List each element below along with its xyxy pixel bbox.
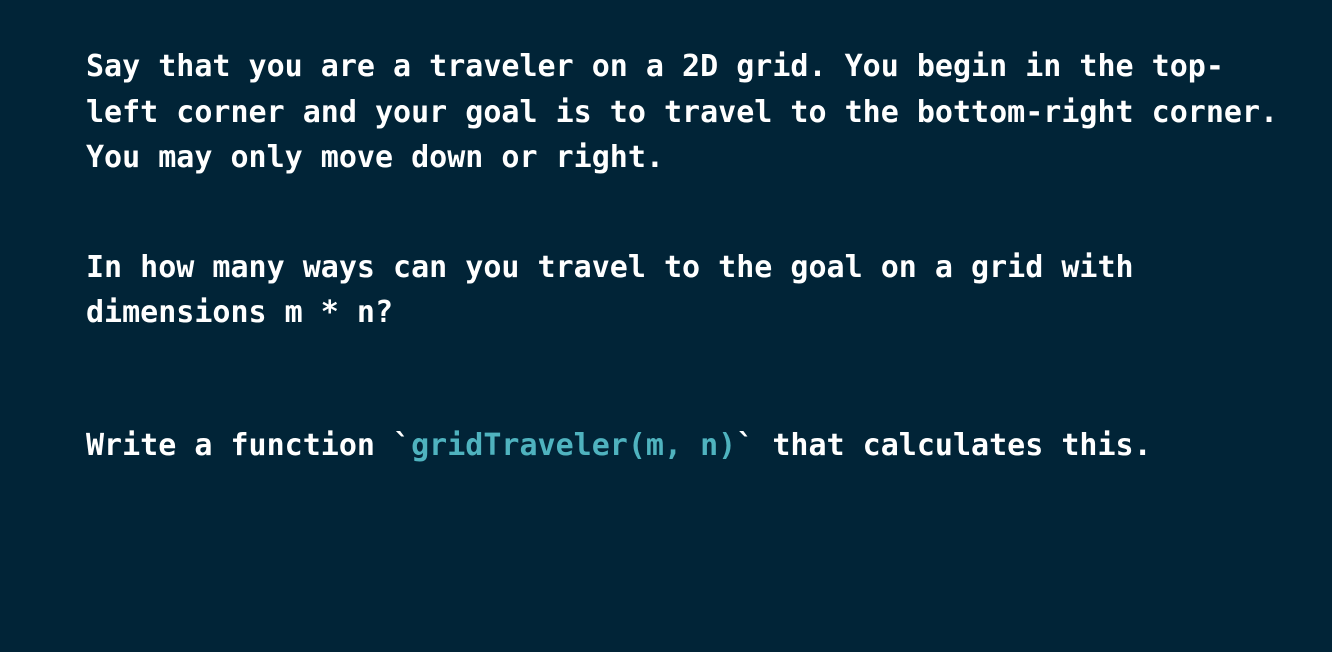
problem-question: In how many ways can you travel to the g… — [86, 249, 1134, 331]
task-instruction: Write a function `gridTraveler(m, n)` th… — [86, 423, 1286, 469]
backtick-open: ` — [393, 427, 412, 463]
instruction-prefix: Write a function — [86, 427, 394, 463]
backtick-close: ` — [736, 427, 755, 463]
problem-statement: Say that you are a traveler on a 2D grid… — [86, 44, 1286, 468]
instruction-suffix: that calculates this. — [754, 427, 1152, 463]
function-signature: gridTraveler(m, n) — [411, 427, 737, 463]
problem-description: Say that you are a traveler on a 2D grid… — [86, 49, 1279, 175]
